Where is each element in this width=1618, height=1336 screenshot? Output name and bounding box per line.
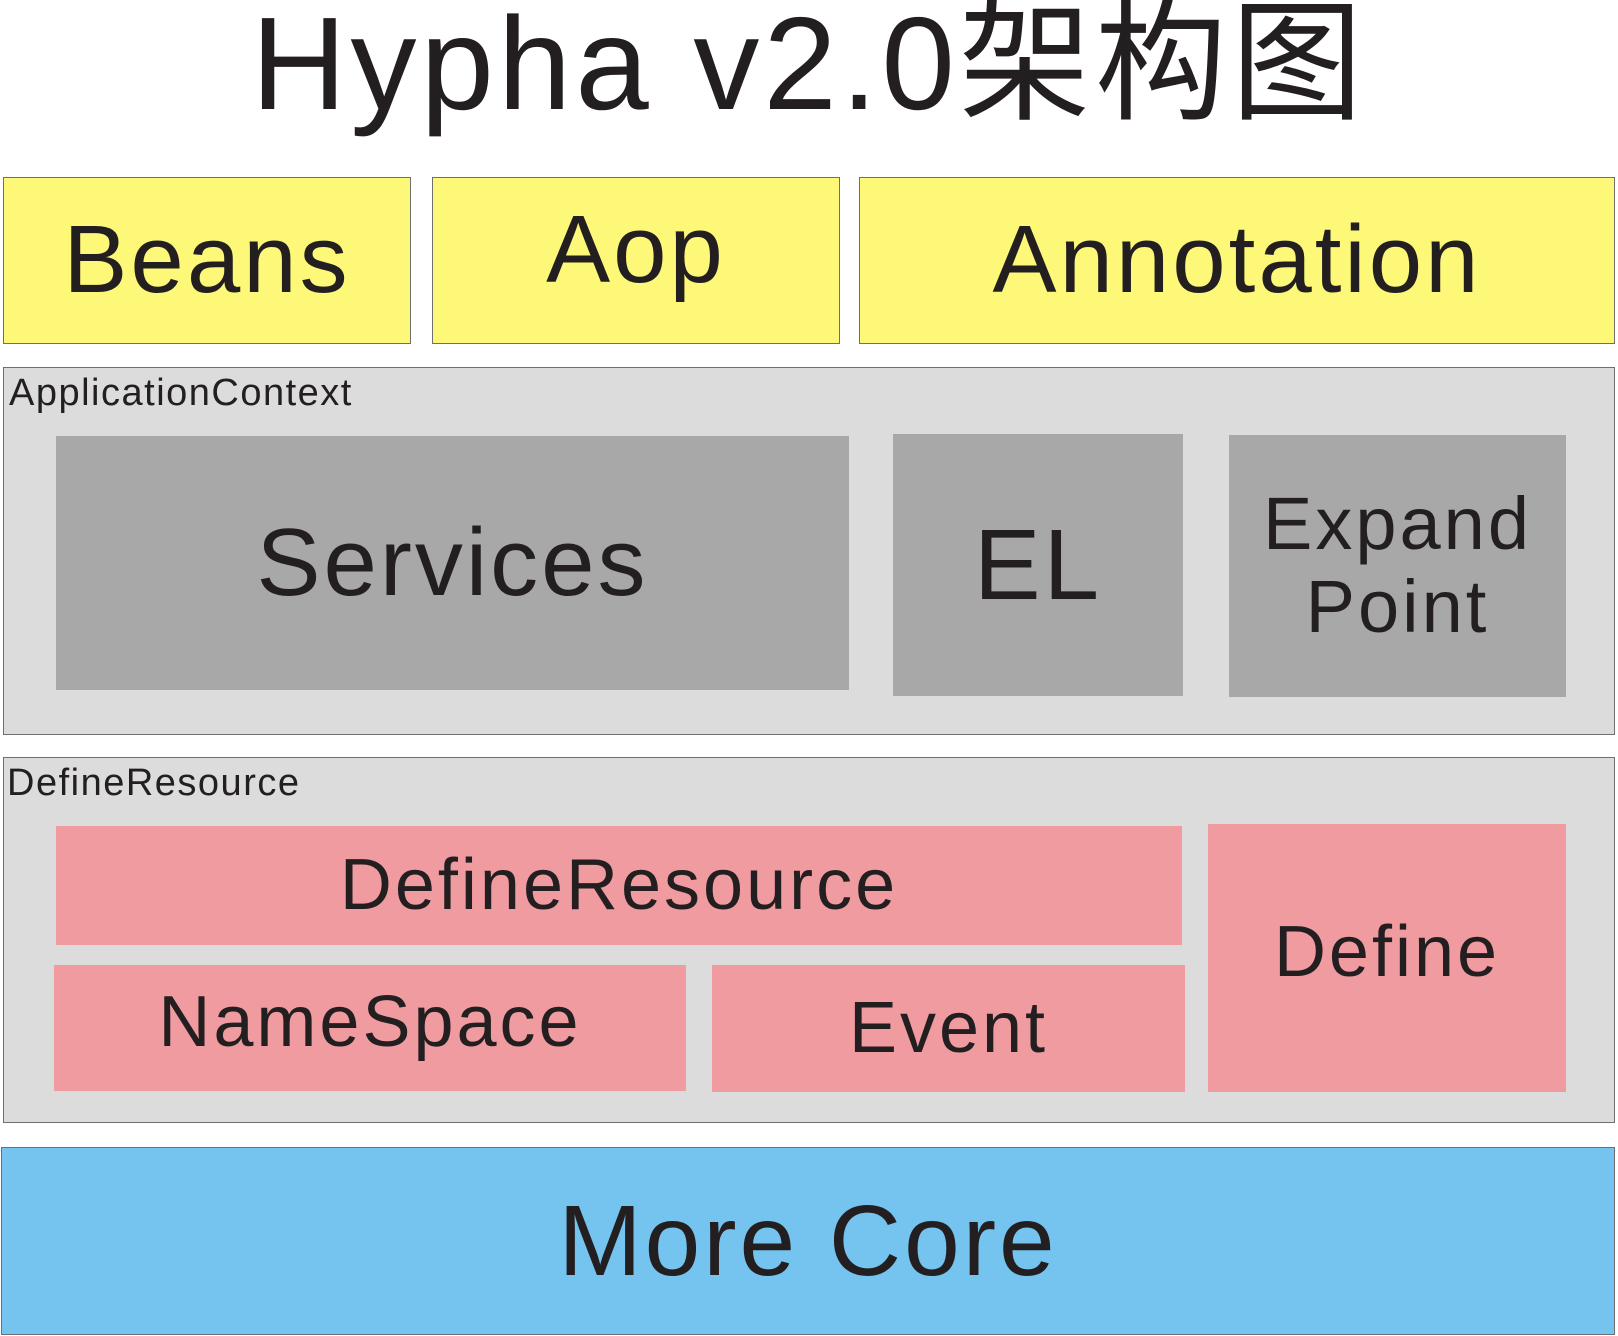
- beans-box: Beans: [3, 177, 411, 344]
- el-box: EL: [893, 434, 1183, 696]
- define-resource-label: DefineResource: [339, 844, 899, 925]
- more-core-label: More Core: [558, 1184, 1058, 1297]
- define-label: Define: [1273, 912, 1501, 993]
- services-box: Services: [56, 436, 849, 690]
- aop-box: Aop: [432, 177, 840, 344]
- aop-label: Aop: [546, 196, 726, 303]
- beans-label: Beans: [63, 206, 351, 314]
- define-box: Define: [1208, 824, 1566, 1092]
- namespace-box: NameSpace: [54, 965, 686, 1091]
- diagram-title: Hypha v2.0架构图: [251, 0, 1367, 137]
- services-label: Services: [256, 508, 649, 616]
- define-resource-layer-label: DefineResource: [7, 762, 301, 804]
- annotation-box: Annotation: [859, 177, 1615, 344]
- expand-point-label-line1: Expand: [1263, 482, 1532, 566]
- expand-point-box: Expand Point: [1229, 435, 1566, 697]
- el-label: EL: [973, 508, 1103, 621]
- expand-point-label-line2: Point: [1305, 565, 1490, 648]
- event-label: Event: [848, 987, 1049, 1068]
- more-core-box: More Core: [1, 1147, 1615, 1335]
- annotation-label: Annotation: [992, 206, 1482, 314]
- define-resource-box: DefineResource: [56, 826, 1182, 945]
- namespace-label: NameSpace: [158, 982, 582, 1063]
- event-box: Event: [712, 965, 1185, 1092]
- application-context-label: ApplicationContext: [9, 372, 353, 414]
